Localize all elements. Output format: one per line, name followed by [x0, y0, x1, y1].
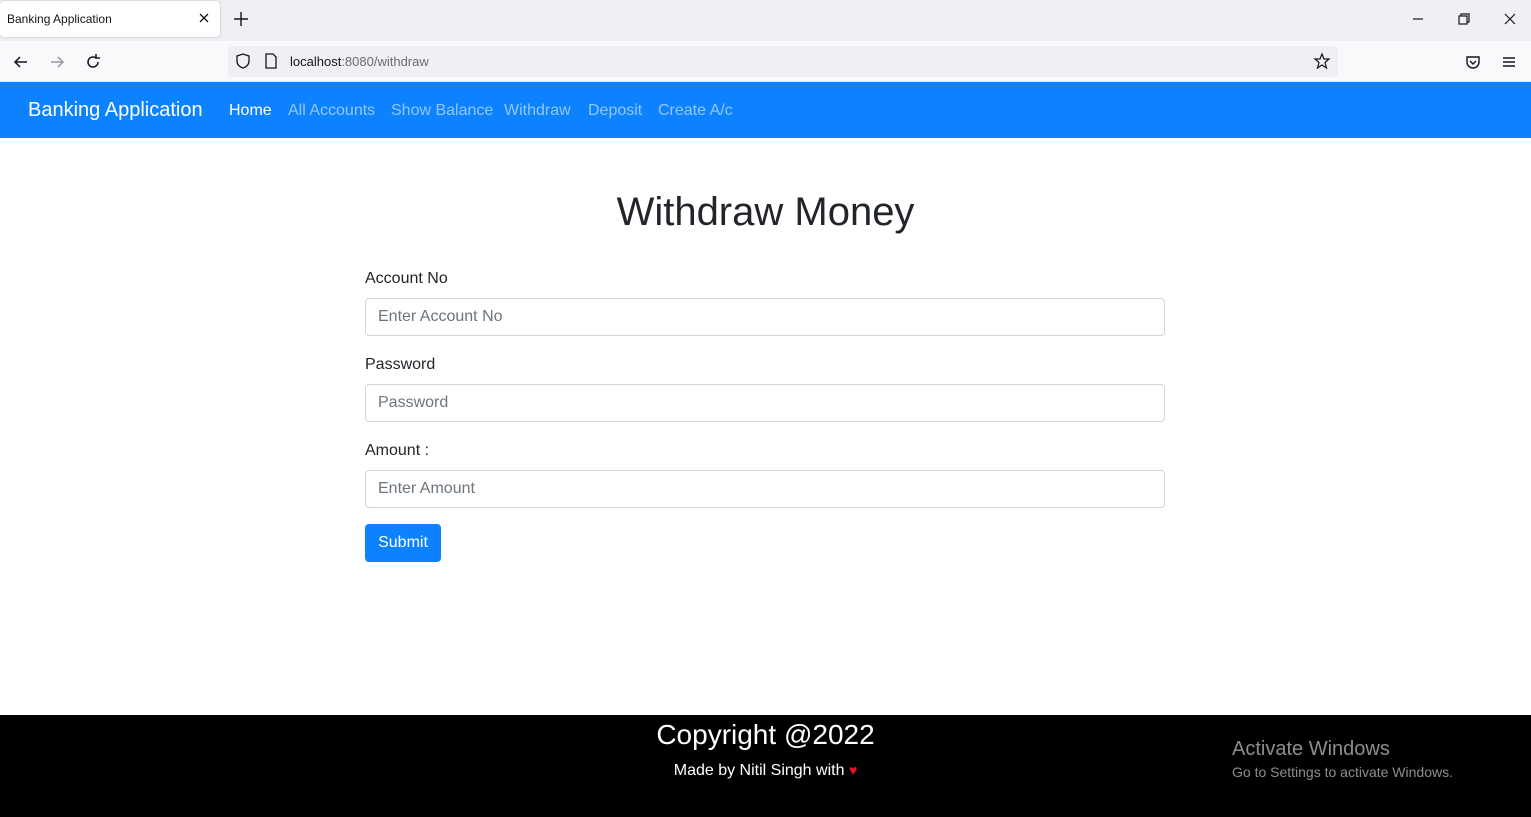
site-navbar: Banking Application Home All Accounts Sh…: [0, 82, 1531, 138]
nav-link-withdraw[interactable]: Withdraw: [504, 102, 571, 120]
password-input[interactable]: [365, 384, 1165, 422]
close-icon[interactable]: [196, 10, 212, 26]
password-label: Password: [365, 356, 436, 373]
forward-arrow-icon[interactable]: [47, 52, 67, 72]
reload-icon[interactable]: [83, 52, 103, 72]
amount-label: Amount :: [365, 442, 430, 459]
account-no-label: Account No: [365, 270, 448, 287]
activate-windows-title: Activate Windows: [1232, 738, 1390, 760]
star-icon[interactable]: [1313, 52, 1331, 70]
account-no-input[interactable]: [365, 298, 1165, 336]
browser-tab[interactable]: Banking Application: [0, 1, 220, 37]
nav-link-all-accounts[interactable]: All Accounts: [288, 102, 375, 120]
restore-icon[interactable]: [1455, 10, 1473, 28]
browser-tabstrip: Banking Application: [0, 0, 1531, 41]
url-path: :8080/withdraw: [341, 54, 429, 69]
brand-logo[interactable]: Banking Application: [28, 99, 203, 122]
shield-icon[interactable]: [234, 52, 252, 70]
back-arrow-icon[interactable]: [11, 52, 31, 72]
heart-icon: ♥: [848, 762, 858, 778]
activate-windows-subtitle: Go to Settings to activate Windows.: [1232, 764, 1453, 780]
window-close-icon[interactable]: [1501, 10, 1519, 28]
menu-icon[interactable]: [1499, 52, 1519, 72]
submit-button[interactable]: Submit: [365, 524, 441, 562]
pocket-icon[interactable]: [1463, 52, 1483, 72]
address-bar[interactable]: localhost:8080/withdraw: [228, 46, 1338, 77]
nav-link-create-account[interactable]: Create A/c: [658, 102, 733, 120]
plus-icon[interactable]: [232, 10, 250, 28]
activate-windows-watermark: Activate Windows Go to Settings to activ…: [1232, 738, 1453, 780]
url-text[interactable]: localhost:8080/withdraw: [290, 54, 429, 69]
page-icon: [265, 53, 277, 69]
page-title: Withdraw Money: [616, 190, 915, 234]
nav-link-show-balance[interactable]: Show Balance: [391, 102, 493, 120]
nav-link-home[interactable]: Home: [229, 102, 272, 120]
tab-title: Banking Application: [7, 12, 112, 26]
nav-link-deposit[interactable]: Deposit: [588, 102, 642, 120]
minimize-icon[interactable]: [1409, 10, 1427, 28]
made-by-label: Made by Nitil Singh with: [673, 762, 845, 779]
url-host: localhost: [290, 54, 342, 69]
browser-toolbar: localhost:8080/withdraw: [0, 41, 1531, 82]
amount-input[interactable]: [365, 470, 1165, 508]
